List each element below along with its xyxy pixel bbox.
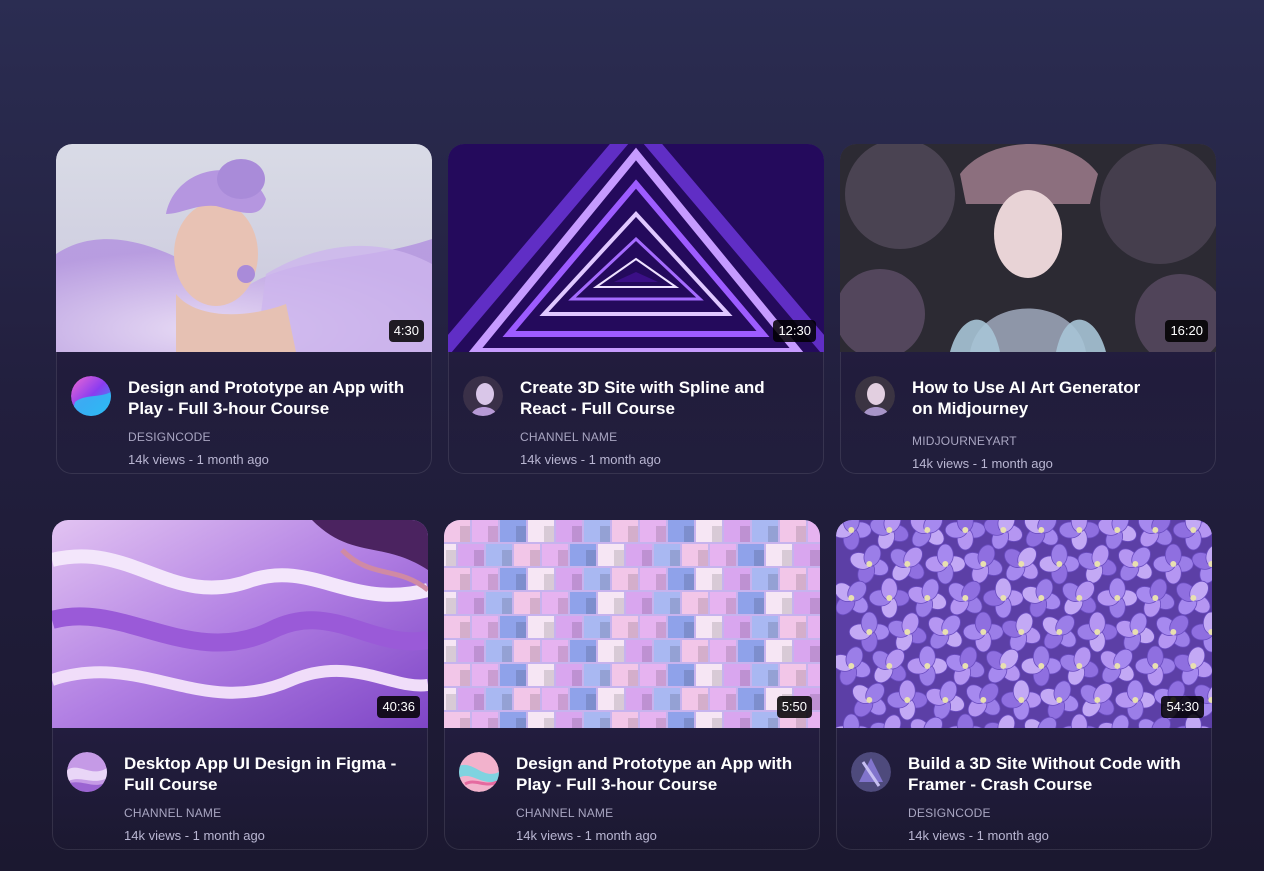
channel-avatar[interactable] xyxy=(67,752,107,792)
video-title[interactable]: Design and Prototype an App with Play - … xyxy=(128,377,418,419)
video-meta: 14k views - 1 month ago xyxy=(912,456,1053,471)
channel-name[interactable]: MIDJOURNEYART xyxy=(912,434,1017,448)
video-title[interactable]: Desktop App UI Design in Figma - Full Co… xyxy=(124,753,414,795)
video-card[interactable]: 5:50 Design and Prototype an App with Pl… xyxy=(444,520,820,850)
video-duration: 12:30 xyxy=(773,320,816,342)
video-duration: 40:36 xyxy=(377,696,420,718)
video-duration: 4:30 xyxy=(388,320,424,342)
channel-avatar[interactable] xyxy=(459,752,499,792)
video-duration: 54:30 xyxy=(1161,696,1204,718)
video-meta: 14k views - 1 month ago xyxy=(128,452,269,467)
channel-name[interactable]: DESIGNCODE xyxy=(908,806,991,820)
video-thumbnail[interactable]: 5:50 xyxy=(444,520,820,728)
video-card[interactable]: 54:30 Build a 3D Site Without Code with … xyxy=(836,520,1212,850)
video-card[interactable]: 12:30 Create 3D Site with Spline and Rea… xyxy=(448,144,824,474)
channel-avatar[interactable] xyxy=(851,752,891,792)
video-card[interactable]: 4:30 Design and Prototype an App with Pl… xyxy=(56,144,432,474)
video-meta: 14k views - 1 month ago xyxy=(908,828,1049,843)
video-thumbnail[interactable]: 4:30 xyxy=(56,144,432,352)
video-card[interactable]: 40:36 Desktop App UI Design in Figma - F… xyxy=(52,520,428,850)
video-thumbnail[interactable]: 12:30 xyxy=(448,144,824,352)
video-meta: 14k views - 1 month ago xyxy=(520,452,661,467)
video-card[interactable]: 16:20 How to Use AI Art Generator on Mid… xyxy=(840,144,1216,474)
video-thumbnail[interactable]: 40:36 xyxy=(52,520,428,728)
video-title[interactable]: Build a 3D Site Without Code with Framer… xyxy=(908,753,1198,795)
video-thumbnail[interactable]: 16:20 xyxy=(840,144,1216,352)
channel-name[interactable]: CHANNEL NAME xyxy=(516,806,613,820)
channel-name[interactable]: CHANNEL NAME xyxy=(124,806,221,820)
video-duration: 16:20 xyxy=(1165,320,1208,342)
video-thumbnail[interactable]: 54:30 xyxy=(836,520,1212,728)
video-title[interactable]: Design and Prototype an App with Play - … xyxy=(516,753,806,795)
channel-name[interactable]: CHANNEL NAME xyxy=(520,430,617,444)
channel-avatar[interactable] xyxy=(71,376,111,416)
video-title[interactable]: Create 3D Site with Spline and React - F… xyxy=(520,377,810,419)
video-meta: 14k views - 1 month ago xyxy=(516,828,657,843)
channel-avatar[interactable] xyxy=(463,376,503,416)
video-title[interactable]: How to Use AI Art Generator on Midjourne… xyxy=(912,377,1152,419)
video-duration: 5:50 xyxy=(776,696,812,718)
channel-name[interactable]: DESIGNCODE xyxy=(128,430,211,444)
channel-avatar[interactable] xyxy=(855,376,895,416)
video-meta: 14k views - 1 month ago xyxy=(124,828,265,843)
